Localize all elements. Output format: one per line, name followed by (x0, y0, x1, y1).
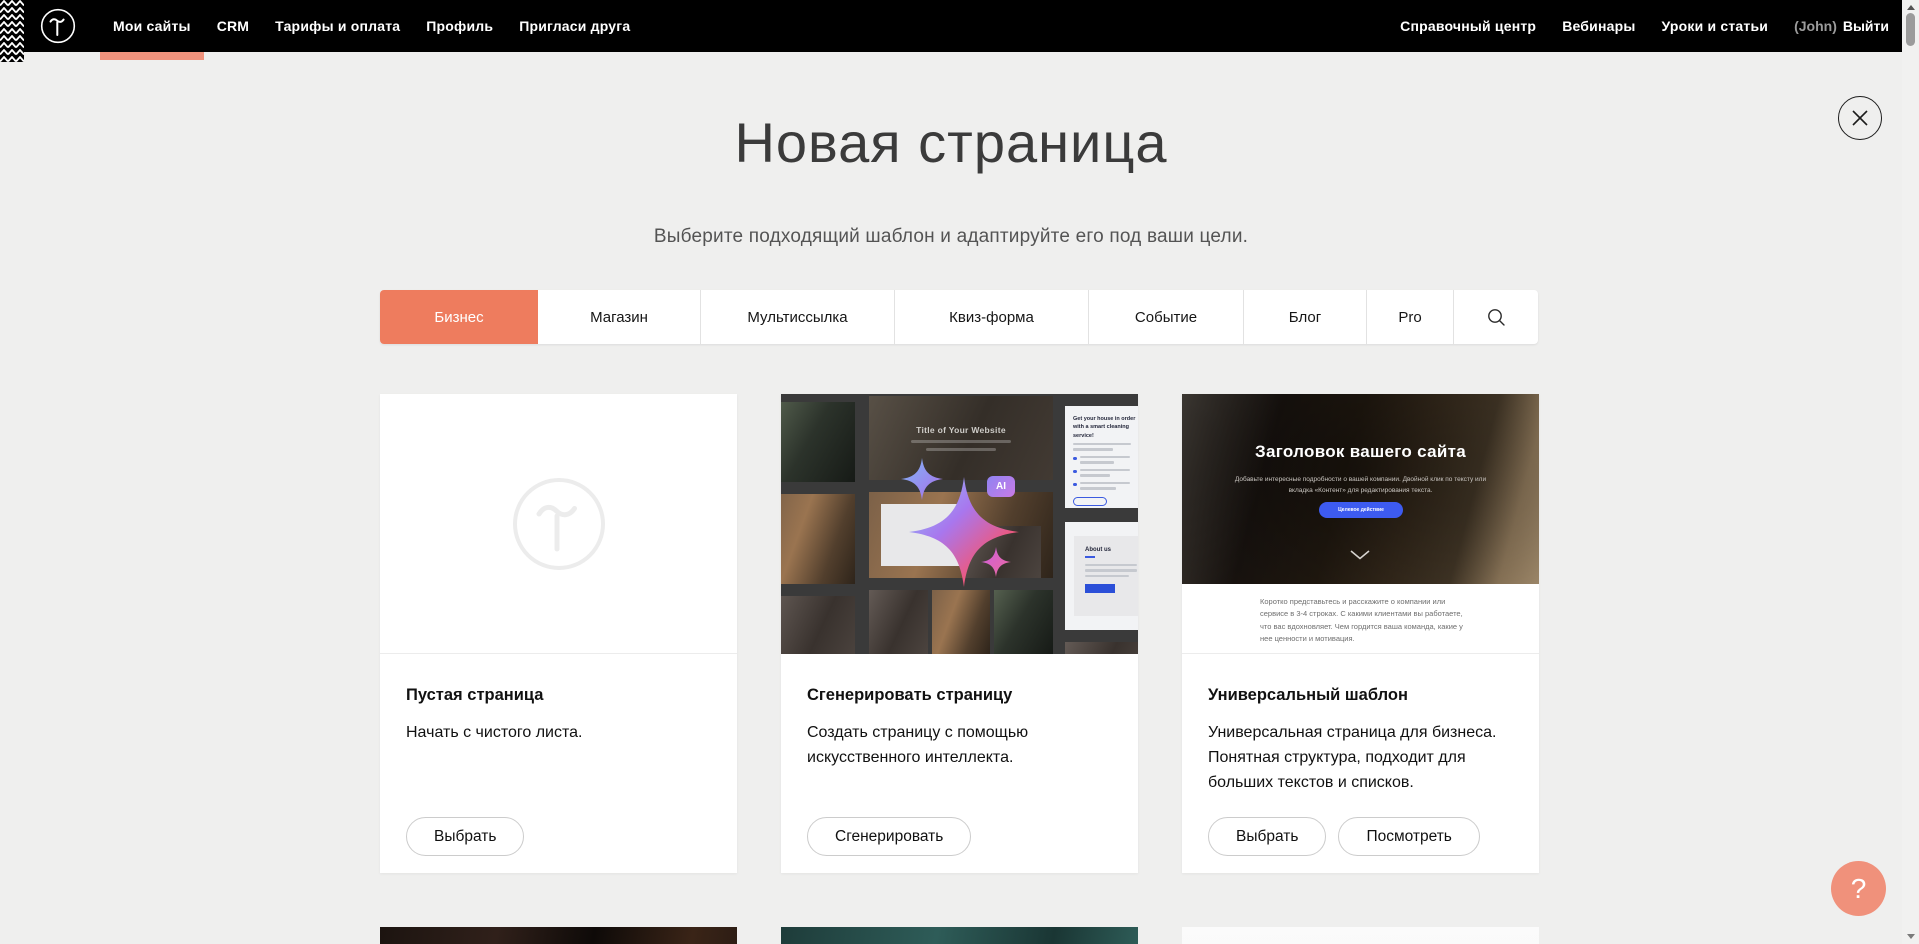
logout-link[interactable]: Выйти (1843, 18, 1889, 34)
nav-item-my-sites[interactable]: Мои сайты (100, 0, 204, 52)
collage-hero-block: Title of Your Website (869, 396, 1053, 480)
collage-about-heading: About us (1085, 547, 1137, 553)
tab-shop[interactable]: Магазин (538, 290, 700, 344)
tilda-logo[interactable] (40, 8, 76, 44)
nav-left-menu: Мои сайты CRM Тарифы и оплата Профиль Пр… (100, 0, 643, 52)
chevron-down-icon (1350, 550, 1370, 560)
ai-collage-preview: Title of Your Website Get your house in … (781, 394, 1138, 654)
nav-item-invite-friend[interactable]: Пригласи друга (506, 0, 643, 52)
nav-right-menu: Справочный центр Вебинары Уроки и статьи… (1387, 0, 1919, 52)
blank-page-preview (380, 394, 737, 654)
tab-search[interactable] (1453, 290, 1538, 344)
nav-item-help-center[interactable]: Справочный центр (1387, 18, 1549, 34)
choose-button[interactable]: Выбрать (1208, 817, 1326, 856)
page-title: Новая страница (0, 110, 1902, 175)
universal-template-preview: Заголовок вашего сайта Добавьте интересн… (1182, 394, 1539, 654)
nav-item-webinars[interactable]: Вебинары (1549, 18, 1648, 34)
choose-button[interactable]: Выбрать (406, 817, 524, 856)
template-cards-row: Пустая страница Начать с чистого листа. … (380, 394, 1539, 873)
card-title: Пустая страница (406, 686, 711, 705)
search-icon (1487, 308, 1506, 327)
card-partial-2[interactable] (781, 927, 1138, 944)
nav-item-tariffs[interactable]: Тарифы и оплата (262, 0, 413, 52)
template-body-text: Коротко представьтесь и расскажите о ком… (1260, 596, 1464, 646)
close-button[interactable] (1838, 96, 1882, 140)
help-button[interactable]: ? (1831, 861, 1886, 916)
template-hero-title: Заголовок вашего сайта (1182, 442, 1539, 462)
template-cards-row-2 (380, 927, 1539, 944)
scrollbar-thumb[interactable] (1906, 13, 1915, 46)
page-subtitle: Выберите подходящий шаблон и адаптируйте… (0, 226, 1902, 248)
card-partial-3[interactable] (1182, 927, 1539, 944)
scrollbar-down-arrow[interactable] (1907, 934, 1915, 939)
card-blank-page[interactable]: Пустая страница Начать с чистого листа. … (380, 394, 737, 873)
card-title: Сгенерировать страницу (807, 686, 1112, 705)
ai-sparkle-small-icon (981, 546, 1011, 578)
card-partial-1[interactable] (380, 927, 737, 944)
tab-quiz-form[interactable]: Квиз-форма (894, 290, 1088, 344)
tab-pro[interactable]: Pro (1366, 290, 1453, 344)
collage-hero-title: Title of Your Website (916, 425, 1006, 435)
nav-username: (John) (1794, 18, 1837, 34)
top-nav: Мои сайты CRM Тарифы и оплата Профиль Пр… (0, 0, 1919, 52)
card-ai-generate[interactable]: Title of Your Website Get your house in … (781, 394, 1138, 873)
card-partial-3-preview (1182, 927, 1539, 944)
template-cta-button: Целевое действие (1319, 502, 1403, 518)
nav-item-crm[interactable]: CRM (204, 0, 262, 52)
card-description: Создать страницу с помощью искусственног… (807, 721, 1112, 771)
collage-service-heading: Get your house in order with a smart cle… (1073, 415, 1138, 440)
tab-event[interactable]: Событие (1088, 290, 1243, 344)
scrollbar-up-arrow[interactable] (1907, 5, 1915, 10)
ai-badge: AI (987, 476, 1015, 497)
view-button[interactable]: Посмотреть (1338, 817, 1479, 856)
card-partial-2-preview (781, 927, 1138, 944)
card-partial-1-preview (380, 927, 737, 944)
template-category-tabs: Бизнес Магазин Мультиссылка Квиз-форма С… (380, 290, 1538, 344)
tab-blog[interactable]: Блог (1243, 290, 1366, 344)
question-mark-icon: ? (1851, 873, 1867, 905)
ai-sparkle-medium-icon (901, 456, 943, 502)
card-description: Универсальная страница для бизнеса. Поня… (1208, 721, 1513, 795)
card-description: Начать с чистого листа. (406, 721, 711, 746)
nav-item-profile[interactable]: Профиль (413, 0, 506, 52)
collage-mini-card-service: Get your house in order with a smart cle… (1065, 406, 1138, 508)
tab-multilink[interactable]: Мультиссылка (700, 290, 894, 344)
generate-button[interactable]: Сгенерировать (807, 817, 971, 856)
collage-mini-card-about: About us (1065, 522, 1138, 630)
card-title: Универсальный шаблон (1208, 686, 1513, 705)
vertical-scrollbar[interactable] (1902, 0, 1919, 944)
tab-business[interactable]: Бизнес (380, 290, 538, 344)
nav-item-lessons[interactable]: Уроки и статьи (1649, 18, 1782, 34)
card-universal-template[interactable]: Заголовок вашего сайта Добавьте интересн… (1182, 394, 1539, 873)
close-icon (1851, 109, 1869, 127)
template-hero-subtitle: Добавьте интересные подробности о вашей … (1222, 474, 1499, 496)
tilda-watermark-icon (511, 476, 607, 572)
zigzag-edge-decoration (0, 0, 24, 62)
